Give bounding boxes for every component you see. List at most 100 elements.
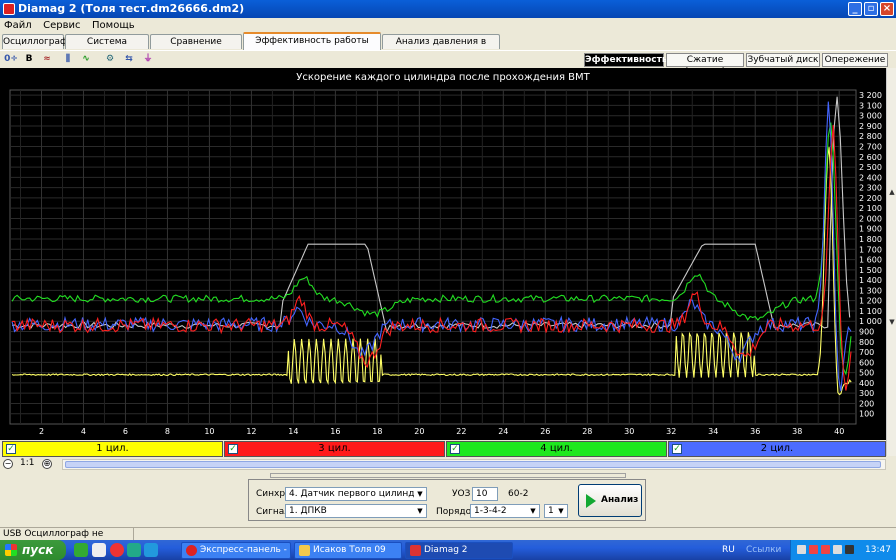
tray-icon[interactable] [845, 545, 854, 554]
tab-efficiency[interactable]: Эффективность работы цилиндров [243, 32, 381, 60]
y-tick-label: 1 400 [859, 276, 882, 285]
mode-efficiency[interactable]: Эффективность [584, 53, 668, 67]
y-tick-label: 1 200 [859, 297, 882, 306]
menu-help[interactable]: Помощь [88, 18, 139, 33]
plot-frame [9, 89, 857, 425]
taskbar-item-folder[interactable]: Исаков Толя 09 [294, 542, 402, 559]
signal-select[interactable]: 1. ДПКВ ▼ [285, 504, 427, 518]
language-indicator[interactable]: RU [722, 540, 735, 560]
cylinder-1-toggle[interactable]: ✓ 1 цил. [2, 441, 223, 457]
cylinder-2-label: 2 цил. [760, 443, 794, 454]
cylinder-2-checkbox[interactable]: ✓ [672, 444, 682, 454]
cylinder-2-toggle[interactable]: ✓ 2 цил. [668, 441, 886, 457]
y-tick-label: 1 900 [859, 225, 882, 234]
quicklaunch-icon[interactable] [127, 543, 141, 557]
system-tray: 13:47 [790, 540, 896, 560]
taskbar-item-opera[interactable]: Экспресс-панель - O... [181, 542, 291, 559]
ie-icon[interactable] [144, 543, 158, 557]
curves-icon[interactable]: ∿ [78, 52, 94, 67]
series-line [12, 96, 851, 334]
cylinder-3-checkbox[interactable]: ✓ [228, 444, 238, 454]
gear-icon[interactable]: ⚙ [102, 52, 118, 67]
clock: 13:47 [865, 545, 891, 555]
filter-icon[interactable]: ⏚ [140, 52, 156, 67]
teeth-config: 60-2 [508, 489, 529, 499]
order-number-select[interactable]: 1 ▼ [544, 504, 568, 518]
horizontal-scrollbar[interactable] [62, 459, 886, 470]
x-tick-label: 10 [204, 427, 214, 436]
scroll-down-icon[interactable]: ▼ [888, 318, 896, 326]
zoom-out-icon[interactable]: − [3, 459, 13, 469]
tab-oscillograph[interactable]: Осциллограф [2, 34, 68, 49]
opera-icon[interactable] [110, 543, 124, 557]
sync-select[interactable]: 4. Датчик первого цилиндра ▼ [285, 487, 427, 501]
order-select[interactable]: 1-3-4-2 ▼ [470, 504, 540, 518]
taskbar-item-label: Исаков Толя 09 [313, 545, 386, 555]
y-tick-label: 1 000 [859, 317, 882, 326]
menu-file[interactable]: Файл [0, 18, 36, 33]
y-tick-label: 1 300 [859, 286, 882, 295]
scroll-thumb[interactable] [65, 461, 881, 468]
zoom-in-icon[interactable]: ⊕ [42, 459, 52, 469]
x-tick-label: 28 [582, 427, 592, 436]
order-number: 1 [548, 506, 554, 516]
tab-compare-cylinders[interactable]: Сравнение цилиндров [150, 34, 242, 61]
windows-flag-icon [5, 544, 17, 556]
x-tick-label: 24 [498, 427, 508, 436]
x-tick-label: 30 [624, 427, 634, 436]
series-line [11, 147, 852, 396]
chevron-down-icon[interactable]: ▼ [414, 488, 426, 500]
cylinder-4-checkbox[interactable]: ✓ [450, 444, 460, 454]
mode-compression[interactable]: Сжатие (дизель) [666, 53, 744, 77]
start-button[interactable]: пуск [0, 540, 66, 560]
tray-icon[interactable] [821, 545, 830, 554]
y-tick-label: 2 700 [859, 143, 882, 152]
tray-icon[interactable] [809, 545, 818, 554]
quicklaunch-icon[interactable] [74, 543, 88, 557]
uoz-stepper[interactable]: 10 [472, 487, 498, 501]
cursor-bars-icon[interactable]: ⫼ [60, 52, 76, 67]
taskbar-item-label: Экспресс-панель - O... [200, 545, 290, 555]
minimize-button[interactable]: _ [848, 2, 862, 16]
scale-icon[interactable]: ⇆ [121, 52, 137, 67]
opera-icon [186, 545, 197, 556]
x-tick-label: 12 [246, 427, 256, 436]
signal-icon[interactable]: ≈ [39, 52, 55, 67]
mode-tooth-disc[interactable]: Зубчатый диск [746, 53, 820, 67]
cylinder-1-checkbox[interactable]: ✓ [6, 444, 16, 454]
chevron-down-icon[interactable]: ▼ [527, 505, 539, 517]
acceleration-chart[interactable]: 100 200300400500 600700800900 1 0001 1001 2… [0, 68, 886, 440]
tray-icon[interactable] [833, 545, 842, 554]
analyze-button[interactable]: Анализ [578, 484, 642, 517]
bold-b-icon[interactable]: B [21, 52, 37, 67]
y-tick-label: 3 200 [859, 91, 882, 100]
taskbar-item-diamag[interactable]: Diamag 2 [405, 542, 513, 559]
mode-advance[interactable]: Опережение [822, 53, 888, 67]
vertical-scrollbar[interactable]: ▲ ▼ [886, 68, 896, 456]
panel-splitter[interactable] [270, 473, 626, 478]
folder-icon [299, 545, 310, 556]
menu-bar: Файл Сервис Помощь [0, 18, 896, 33]
y-tick-label: 1 500 [859, 266, 882, 275]
menu-service[interactable]: Сервис [39, 18, 84, 33]
y-tick-label: 2 300 [859, 184, 882, 193]
quicklaunch-icon[interactable] [92, 543, 106, 557]
window-title: Diamag 2 (Толя тест.dm26666.dm2) [18, 2, 245, 15]
cylinder-3-toggle[interactable]: ✓ 3 цил. [224, 441, 445, 457]
analyze-label: Анализ [601, 495, 639, 505]
links-toolbar[interactable]: Ссылки [746, 540, 781, 560]
x-tick-label: 2 [39, 427, 44, 436]
order-value: 1-3-4-2 [474, 506, 507, 516]
scroll-up-icon[interactable]: ▲ [888, 188, 896, 196]
app-icon [3, 3, 15, 15]
tab-pressure-analysis[interactable]: Анализ давления в цилиндре [382, 34, 500, 61]
x-tick-label: 18 [372, 427, 382, 436]
oscillograph-scale-icon[interactable]: 0÷ [3, 52, 19, 67]
chevron-down-icon[interactable]: ▼ [414, 505, 426, 517]
maximize-button[interactable]: ▫ [864, 2, 878, 16]
cylinder-4-toggle[interactable]: ✓ 4 цил. [446, 441, 667, 457]
tab-ignition[interactable]: Система зажигания [65, 34, 149, 61]
tray-icon[interactable] [797, 545, 806, 554]
chevron-down-icon[interactable]: ▼ [555, 505, 567, 517]
close-button[interactable]: × [880, 2, 894, 16]
